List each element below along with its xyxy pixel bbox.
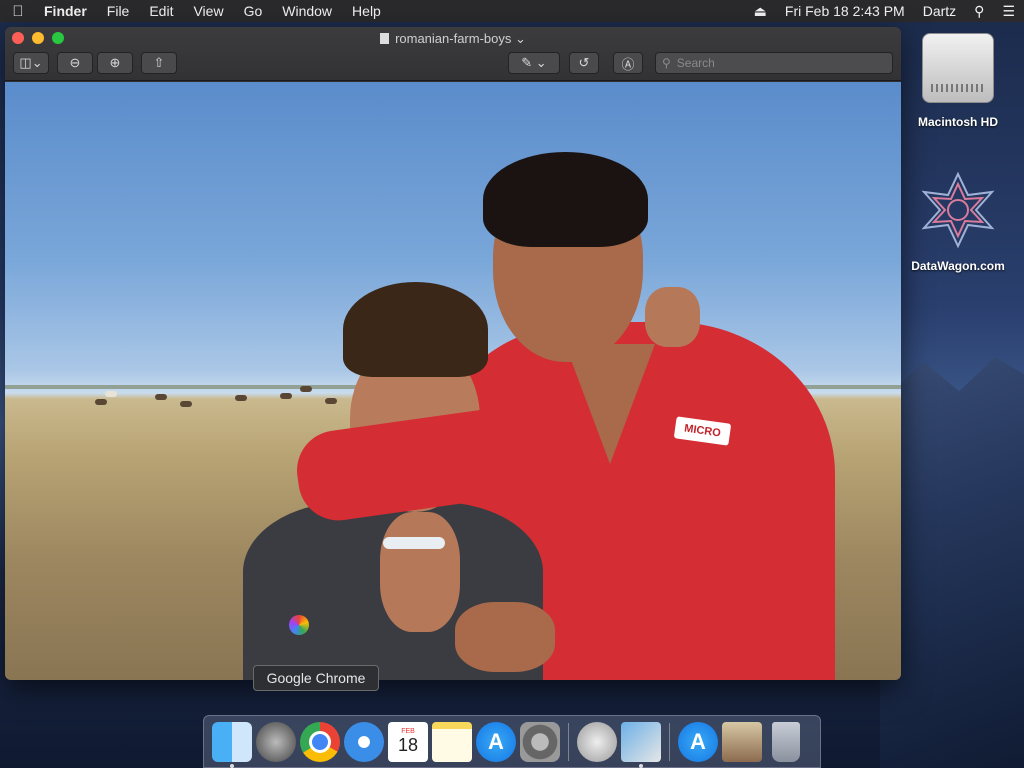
menu-user[interactable]: Dartz xyxy=(914,3,965,19)
cow xyxy=(105,391,117,397)
menu-go[interactable]: Go xyxy=(234,3,273,19)
dock-google-chrome[interactable] xyxy=(300,721,340,762)
menu-clock[interactable]: Fri Feb 18 2:43 PM xyxy=(776,3,914,19)
zoom-in-icon: ⊕ xyxy=(109,55,121,70)
document-icon xyxy=(380,33,390,44)
apple-menu-icon[interactable]:  xyxy=(0,3,36,20)
menu-file[interactable]: File xyxy=(97,3,140,19)
sidebar-toggle-button[interactable]: ◫⌄ xyxy=(13,52,49,74)
hands-holding xyxy=(455,602,555,672)
zoom-out-button[interactable]: ⊖ xyxy=(57,52,93,74)
dock-separator xyxy=(568,722,569,761)
dock-notes[interactable] xyxy=(432,721,472,762)
dock-photo-stack[interactable] xyxy=(722,721,762,762)
markup-icon: Ⓐ xyxy=(621,56,635,72)
spotlight-search-icon[interactable]: ⚲ xyxy=(965,3,993,20)
zoom-in-button[interactable]: ⊕ xyxy=(97,52,133,74)
bracelet xyxy=(383,537,445,549)
hard-drive-icon xyxy=(922,33,994,103)
rotate-icon: ↺ xyxy=(578,55,590,70)
desktop-icon-label: Macintosh HD xyxy=(917,115,998,129)
search-icon: ⚲ xyxy=(662,56,671,70)
rotate-button[interactable]: ↺ xyxy=(569,52,599,74)
older-boy-hair xyxy=(483,152,648,247)
menu-bar:  Finder File Edit View Go Window Help ⏏… xyxy=(0,0,1024,22)
menu-edit[interactable]: Edit xyxy=(139,3,183,19)
dock-safari[interactable] xyxy=(344,721,384,762)
calendar-day: 18 xyxy=(397,734,419,755)
cow xyxy=(180,401,192,407)
desktop-wallpaper xyxy=(880,357,1024,768)
markup-pen-button[interactable]: ✎ ⌄ xyxy=(508,52,560,74)
window-titlebar[interactable]: romanian-farm-boys ⌄ ◫⌄ ⊖ ⊕ ⇧ ✎ ⌄ ↺ Ⓐ ⚲ xyxy=(5,27,901,81)
busy-cursor-icon xyxy=(289,615,309,635)
cow xyxy=(300,386,312,392)
running-indicator xyxy=(639,763,643,768)
dock-app-store[interactable]: A xyxy=(476,721,516,762)
share-icon: ⇧ xyxy=(153,55,165,70)
zoom-out-icon: ⊖ xyxy=(69,55,81,70)
menu-help[interactable]: Help xyxy=(342,3,391,19)
dock-separator xyxy=(669,722,670,761)
menu-window[interactable]: Window xyxy=(272,3,342,19)
dock-tooltip: Google Chrome xyxy=(253,665,379,691)
share-button[interactable]: ⇧ xyxy=(141,52,177,74)
dock-preview[interactable] xyxy=(621,721,661,768)
dock-system-preferences[interactable] xyxy=(520,721,560,762)
cow xyxy=(155,394,167,400)
search-input[interactable] xyxy=(676,56,877,70)
dock-finder[interactable] xyxy=(212,721,252,768)
calendar-month: FEB xyxy=(401,727,415,735)
sidebar-icon: ◫⌄ xyxy=(19,55,43,70)
app-store-icon: A xyxy=(690,728,706,754)
app-store-icon: A xyxy=(488,728,504,754)
dock-launchpad[interactable] xyxy=(256,721,296,762)
dock: FEB 18 A A xyxy=(203,715,821,768)
cow xyxy=(325,398,337,404)
hand-on-shoulder xyxy=(645,287,700,347)
search-field[interactable]: ⚲ xyxy=(655,52,893,74)
hand xyxy=(380,512,460,632)
running-indicator xyxy=(230,763,234,768)
datawagon-logo-icon xyxy=(921,171,995,249)
cow xyxy=(95,399,107,405)
desktop-icon-macintosh-hd[interactable]: Macintosh HD xyxy=(903,33,1013,129)
window-title[interactable]: romanian-farm-boys ⌄ xyxy=(5,31,901,47)
markup-toolbar-button[interactable]: Ⓐ xyxy=(613,52,643,74)
eject-icon[interactable]: ⏏ xyxy=(745,3,776,20)
preview-window: romanian-farm-boys ⌄ ◫⌄ ⊖ ⊕ ⇧ ✎ ⌄ ↺ Ⓐ ⚲ … xyxy=(5,27,901,680)
desktop-icon-datawagon[interactable]: DataWagon.com xyxy=(903,170,1013,273)
cow xyxy=(280,393,292,399)
notification-center-icon[interactable]: ☰ xyxy=(993,3,1024,20)
dock-app-store-downloads[interactable]: A xyxy=(678,721,718,762)
dock-calendar[interactable]: FEB 18 xyxy=(388,721,428,762)
dock-automator[interactable] xyxy=(577,721,617,762)
desktop-icon-label: DataWagon.com xyxy=(911,259,1005,273)
younger-boy-hair xyxy=(343,282,488,377)
photo-content[interactable]: MICRO xyxy=(5,82,901,680)
chevron-down-icon[interactable]: ⌄ xyxy=(515,31,526,46)
menu-view[interactable]: View xyxy=(183,3,233,19)
pen-icon: ✎ ⌄ xyxy=(521,55,547,70)
menu-app-name[interactable]: Finder xyxy=(36,3,97,19)
window-title-text: romanian-farm-boys xyxy=(395,31,512,46)
dock-trash[interactable] xyxy=(772,721,800,762)
cow xyxy=(235,395,247,401)
